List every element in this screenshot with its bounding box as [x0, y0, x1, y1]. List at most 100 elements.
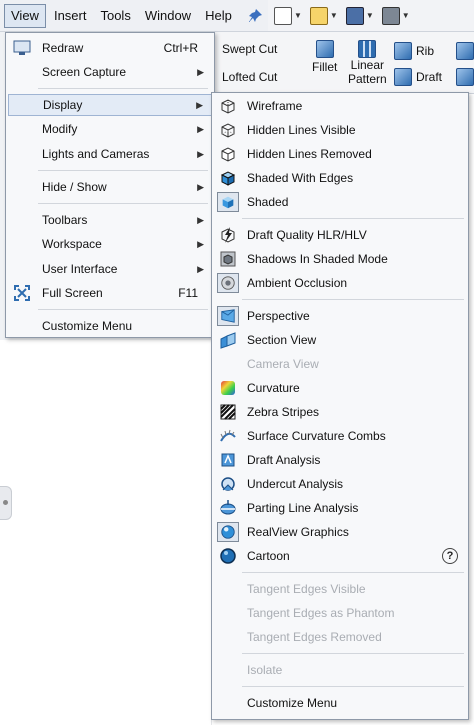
menu-separator: [38, 170, 208, 171]
save-button[interactable]: ▼: [345, 6, 374, 25]
menu-item-label: Tangent Edges Removed: [247, 630, 382, 644]
menu-item-curvature[interactable]: Curvature: [214, 377, 466, 399]
menu-item-zebra-stripes[interactable]: Zebra Stripes: [214, 401, 466, 423]
dropdown-arrow-icon[interactable]: ▼: [402, 11, 410, 20]
menu-item-label: Modify: [42, 122, 78, 136]
menu-item-label: Toolbars: [42, 213, 88, 227]
shortcut-text: F11: [178, 286, 198, 300]
perspective-icon: [217, 306, 239, 326]
shaded-with-edges-icon: [217, 168, 239, 188]
menu-item-label: Shadows In Shaded Mode: [247, 252, 388, 266]
menu-view[interactable]: View: [4, 3, 46, 28]
menu-item-label: Cartoon: [247, 549, 290, 563]
hidden-lines-removed-icon: [217, 144, 239, 164]
menu-item-hidden-lines-visible[interactable]: Hidden Lines Visible: [214, 119, 466, 141]
new-document-button[interactable]: ▼: [274, 6, 302, 25]
menu-item-hidden-lines-removed[interactable]: Hidden Lines Removed: [214, 143, 466, 165]
menu-item-modify[interactable]: Modify ▶: [8, 118, 212, 140]
menu-item-realview-graphics[interactable]: RealView Graphics: [214, 521, 466, 543]
parting-line-icon: [217, 498, 239, 518]
lofted-cut-button[interactable]: Lofted Cut: [222, 70, 277, 84]
menu-item-isolate: Isolate: [214, 659, 466, 681]
menu-item-label: Zebra Stripes: [247, 405, 320, 419]
submenu-arrow-icon: ▶: [197, 263, 204, 274]
menu-item-tangent-edges-removed: Tangent Edges Removed: [214, 626, 466, 648]
menu-item-label: Undercut Analysis: [247, 477, 344, 491]
menu-item-perspective[interactable]: Perspective: [214, 305, 466, 327]
menu-item-lights-and-cameras[interactable]: Lights and Cameras ▶: [8, 143, 212, 165]
pin-icon[interactable]: [246, 6, 266, 26]
menu-item-toolbars[interactable]: Toolbars ▶: [8, 209, 212, 231]
menu-item-ambient-occlusion[interactable]: Ambient Occlusion: [214, 272, 466, 294]
graphics-area[interactable]: [0, 340, 212, 725]
menu-item-draft-analysis[interactable]: Draft Analysis: [214, 449, 466, 471]
menu-item-shadows[interactable]: Shadows In Shaded Mode: [214, 248, 466, 270]
dropdown-arrow-icon[interactable]: ▼: [330, 11, 338, 20]
shortcut-text: Ctrl+R: [163, 41, 198, 55]
open-button[interactable]: ▼: [309, 6, 338, 25]
overflow-feature-button[interactable]: [456, 42, 474, 60]
dropdown-arrow-icon[interactable]: ▼: [294, 11, 302, 20]
overflow-feature-button-2[interactable]: [456, 68, 474, 86]
linear-pattern-button[interactable]: Linear Pattern: [348, 40, 387, 86]
menu-tools[interactable]: Tools: [94, 4, 136, 28]
print-button[interactable]: ▼: [381, 6, 410, 25]
submenu-arrow-icon: ▶: [197, 238, 204, 249]
section-view-icon: [217, 330, 239, 350]
panel-collapse-handle[interactable]: [0, 486, 12, 520]
menu-item-redraw[interactable]: Redraw Ctrl+R: [8, 37, 212, 59]
menu-item-customize-menu[interactable]: Customize Menu: [8, 315, 212, 337]
redraw-icon: [12, 39, 32, 57]
help-icon[interactable]: ?: [442, 548, 458, 564]
draft-button[interactable]: Draft: [394, 68, 442, 86]
menu-item-label: Full Screen: [42, 286, 103, 300]
menu-item-label: RealView Graphics: [247, 525, 349, 539]
menu-item-display[interactable]: Display ▶: [8, 94, 212, 116]
menu-item-cartoon[interactable]: Cartoon ?: [214, 545, 466, 567]
menu-item-customize-menu[interactable]: Customize Menu: [214, 692, 466, 714]
menu-separator: [242, 572, 464, 573]
save-icon: [345, 6, 364, 25]
camera-view-icon: [217, 354, 239, 374]
menu-insert[interactable]: Insert: [48, 4, 93, 28]
curvature-icon: [217, 378, 239, 398]
menu-item-label: Redraw: [42, 41, 84, 55]
dropdown-arrow-icon[interactable]: ▼: [366, 11, 374, 20]
new-document-icon: [274, 6, 292, 25]
submenu-arrow-icon: ▶: [197, 123, 204, 134]
swept-cut-label: Swept Cut: [222, 42, 278, 56]
menu-item-workspace[interactable]: Workspace ▶: [8, 233, 212, 255]
fillet-label: Fillet: [312, 60, 338, 74]
menu-item-draft-quality[interactable]: Draft Quality HLR/HLV: [214, 224, 466, 246]
fillet-button[interactable]: Fillet: [312, 40, 337, 74]
menu-item-label: Draft Analysis: [247, 453, 321, 467]
menu-window[interactable]: Window: [139, 4, 197, 28]
menu-item-parting-line-analysis[interactable]: Parting Line Analysis: [214, 497, 466, 519]
curvature-combs-icon: [217, 426, 239, 446]
menu-item-label: Ambient Occlusion: [247, 276, 348, 290]
menu-item-full-screen[interactable]: Full Screen F11: [8, 282, 212, 304]
menu-item-shaded[interactable]: Shaded: [214, 191, 466, 213]
menu-item-shaded-with-edges[interactable]: Shaded With Edges: [214, 167, 466, 189]
menu-item-undercut-analysis[interactable]: Undercut Analysis: [214, 473, 466, 495]
menu-item-label: Display: [43, 98, 83, 112]
submenu-arrow-icon: ▶: [196, 99, 203, 110]
menu-separator: [38, 309, 208, 310]
menu-item-label: Shaded With Edges: [247, 171, 354, 185]
rib-icon: [394, 42, 412, 60]
menu-item-screen-capture[interactable]: Screen Capture ▶: [8, 61, 212, 83]
menu-item-wireframe[interactable]: Wireframe: [214, 95, 466, 117]
menu-item-hide-show[interactable]: Hide / Show ▶: [8, 176, 212, 198]
undercut-analysis-icon: [217, 474, 239, 494]
menu-item-surface-curvature-combs[interactable]: Surface Curvature Combs: [214, 425, 466, 447]
menu-item-section-view[interactable]: Section View: [214, 329, 466, 351]
menu-item-label: Wireframe: [247, 99, 303, 113]
swept-cut-button[interactable]: Swept Cut: [222, 42, 277, 56]
display-submenu: Wireframe Hidden Lines Visible Hidden Li…: [211, 92, 469, 720]
menu-separator: [38, 203, 208, 204]
menu-help[interactable]: Help: [199, 4, 238, 28]
menu-item-camera-view: Camera View: [214, 353, 466, 375]
menu-item-label: Surface Curvature Combs: [247, 429, 386, 443]
rib-button[interactable]: Rib: [394, 42, 434, 60]
menu-item-user-interface[interactable]: User Interface ▶: [8, 258, 212, 280]
